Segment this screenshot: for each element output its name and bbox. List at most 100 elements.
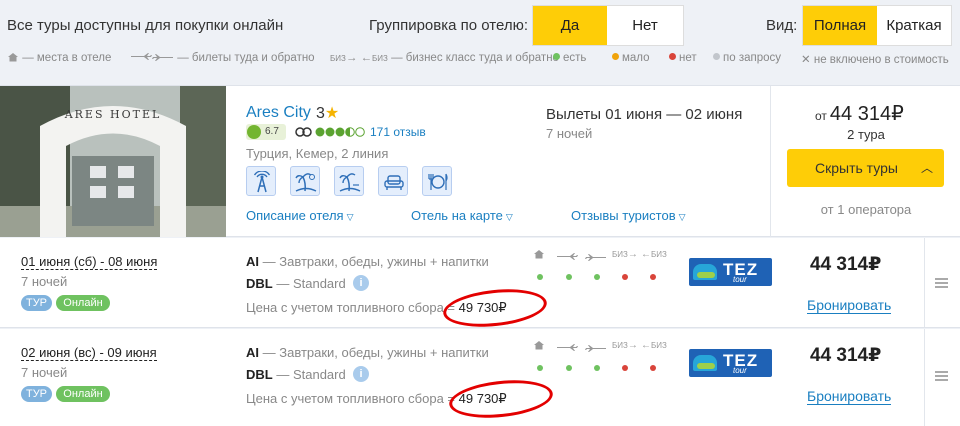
hotel-card: ARES HOTEL Ares City 3★ 6.7 171 отзыв Ту… xyxy=(0,85,960,237)
book-button[interactable]: Бронировать xyxy=(807,298,892,314)
plane-back-icon xyxy=(585,345,606,352)
hotel-location: Турция, Кемер, 2 линия xyxy=(246,146,389,161)
legend-hotel: — места в отеле xyxy=(7,52,111,64)
star-icon: ★ xyxy=(324,105,340,122)
offer-nights: 7 ночей xyxy=(21,274,68,289)
red-marker-circle xyxy=(447,375,555,423)
hotel-photo-sign: ARES HOTEL xyxy=(64,108,162,121)
availability-dot-flight-there xyxy=(566,274,572,280)
book-button[interactable]: Бронировать xyxy=(807,389,892,405)
tour-badge: ТУР xyxy=(21,386,52,402)
group-by-hotel-label: Группировка по отелю: xyxy=(369,17,528,34)
plane-there-icon xyxy=(557,253,578,260)
offer-dates[interactable]: 02 июня (вс) - 09 июня xyxy=(21,345,157,361)
business-class-icon: БИЗ xyxy=(330,54,346,63)
legend-on-request: по запросу xyxy=(713,52,781,64)
row-menu-icon[interactable] xyxy=(924,329,960,426)
wifi-icon[interactable] xyxy=(246,166,276,196)
legend: — места в отеле — билеты туда и обратно … xyxy=(0,52,960,70)
hotel-price-block: от 44 314₽ 2 тура Скрыть туры ︿ от 1 опер… xyxy=(770,86,960,237)
availability-dot-biz-back xyxy=(650,365,656,371)
hotel-map-link[interactable]: Отель на карте ▽ xyxy=(411,208,513,223)
tour-badge: ТУР xyxy=(21,295,52,311)
availability-dot-flight-there xyxy=(566,365,572,371)
price-from: от 44 314₽ xyxy=(815,103,904,125)
hide-tours-button[interactable]: Скрыть туры ︿ xyxy=(787,149,944,187)
view-label: Вид: xyxy=(766,17,798,34)
reviews-link[interactable]: 171 отзыв xyxy=(370,125,426,139)
plane-there-icon xyxy=(557,344,578,351)
offer-price: 44 314₽ xyxy=(810,254,882,275)
hotel-description-link[interactable]: Описание отеля ▽ xyxy=(246,208,354,223)
chevron-down-icon: ▽ xyxy=(678,212,686,222)
ta-bubble-3 xyxy=(335,127,345,137)
info-icon[interactable]: i xyxy=(353,366,369,382)
view-full-button[interactable]: Полная xyxy=(803,6,877,45)
house-icon xyxy=(8,53,18,62)
availability-dot-flight-back xyxy=(594,365,600,371)
plane-back-icon xyxy=(585,254,606,261)
legend-business: БИЗ→ ←БИЗ — бизнес класс туда и обратно xyxy=(330,52,559,64)
group-by-hotel-toggle: Да Нет xyxy=(532,5,684,46)
beach-palm-icon[interactable] xyxy=(334,166,364,196)
house-icon xyxy=(534,341,544,350)
ta-bubble-2 xyxy=(325,127,335,137)
availability-dot-hotel xyxy=(537,274,543,280)
hotel-reviews-link[interactable]: Отзывы туристов ▽ xyxy=(571,208,686,223)
meal-plan: AI — Завтраки, обеды, ужины + напитки xyxy=(246,254,489,269)
tez-tour-logo: TEZ tour xyxy=(689,258,772,286)
plane-roundtrip-icon xyxy=(131,53,173,61)
offer-dates[interactable]: 01 июня (сб) - 08 июня xyxy=(21,254,158,270)
offer-price: 44 314₽ xyxy=(810,345,882,366)
room-type: DBL — Standard xyxy=(246,367,346,382)
legend-none: нет xyxy=(669,52,697,64)
business-back-icon: ←БИЗ xyxy=(641,249,667,260)
legend-available: есть xyxy=(553,52,586,64)
availability-dot-biz-back xyxy=(650,274,656,280)
restaurant-icon[interactable] xyxy=(422,166,452,196)
beach-icon[interactable] xyxy=(290,166,320,196)
meal-plan: AI — Завтраки, обеды, ужины + напитки xyxy=(246,345,489,360)
row-menu-icon[interactable] xyxy=(924,238,960,327)
business-back-icon: ←БИЗ xyxy=(641,340,667,351)
online-badge: Онлайн xyxy=(56,386,110,402)
chevron-down-icon: ▽ xyxy=(505,212,513,222)
ta-bubble-5 xyxy=(355,127,365,137)
group-no-button[interactable]: Нет xyxy=(607,6,683,45)
availability-dot-flight-back xyxy=(594,274,600,280)
filter-bar: Все туры доступны для покупки онлайн Гру… xyxy=(0,0,960,50)
departure-dates: Вылеты 01 июня — 02 июня xyxy=(546,106,743,123)
view-short-button[interactable]: Краткая xyxy=(877,6,951,45)
offer-nights: 7 ночей xyxy=(21,365,68,380)
view-toggle: Полная Краткая xyxy=(802,5,952,46)
sofa-icon[interactable] xyxy=(378,166,408,196)
legend-few: мало xyxy=(612,52,650,64)
info-icon[interactable]: i xyxy=(353,275,369,291)
house-icon xyxy=(534,250,544,259)
hotel-photo[interactable]: ARES HOTEL xyxy=(0,86,226,237)
hotel-nights: 7 ночей xyxy=(546,126,593,141)
tripadvisor-icon xyxy=(295,127,365,137)
business-there-icon: БИЗ→ xyxy=(612,249,638,260)
availability-dot-hotel xyxy=(537,365,543,371)
rating-badge: 6.7 xyxy=(246,124,286,140)
all-online-notice: Все туры доступны для покупки онлайн xyxy=(7,17,284,34)
chevron-up-icon: ︿ xyxy=(920,161,933,175)
business-there-icon: БИЗ→ xyxy=(612,340,638,351)
operators-count: от 1 оператора xyxy=(820,202,912,217)
smiley-icon xyxy=(247,125,261,139)
availability-dot-biz-there xyxy=(622,365,628,371)
hotel-stars: 3★ xyxy=(316,105,340,122)
hotel-name-link[interactable]: Ares City xyxy=(246,104,311,122)
availability-dot-biz-there xyxy=(622,274,628,280)
legend-not-included: ✕ не включено в стоимость xyxy=(801,54,949,66)
ta-bubble-1 xyxy=(315,127,325,137)
online-badge: Онлайн xyxy=(56,295,110,311)
offer-row: 01 июня (сб) - 08 июня 7 ночей ТУР Онлай… xyxy=(0,238,960,332)
red-marker-circle xyxy=(441,284,549,332)
group-yes-button[interactable]: Да xyxy=(533,6,607,45)
legend-flights: — билеты туда и обратно xyxy=(130,52,315,64)
chevron-down-icon: ▽ xyxy=(346,212,354,222)
tez-tour-logo: TEZ tour xyxy=(689,349,772,377)
room-type: DBL — Standard xyxy=(246,276,346,291)
